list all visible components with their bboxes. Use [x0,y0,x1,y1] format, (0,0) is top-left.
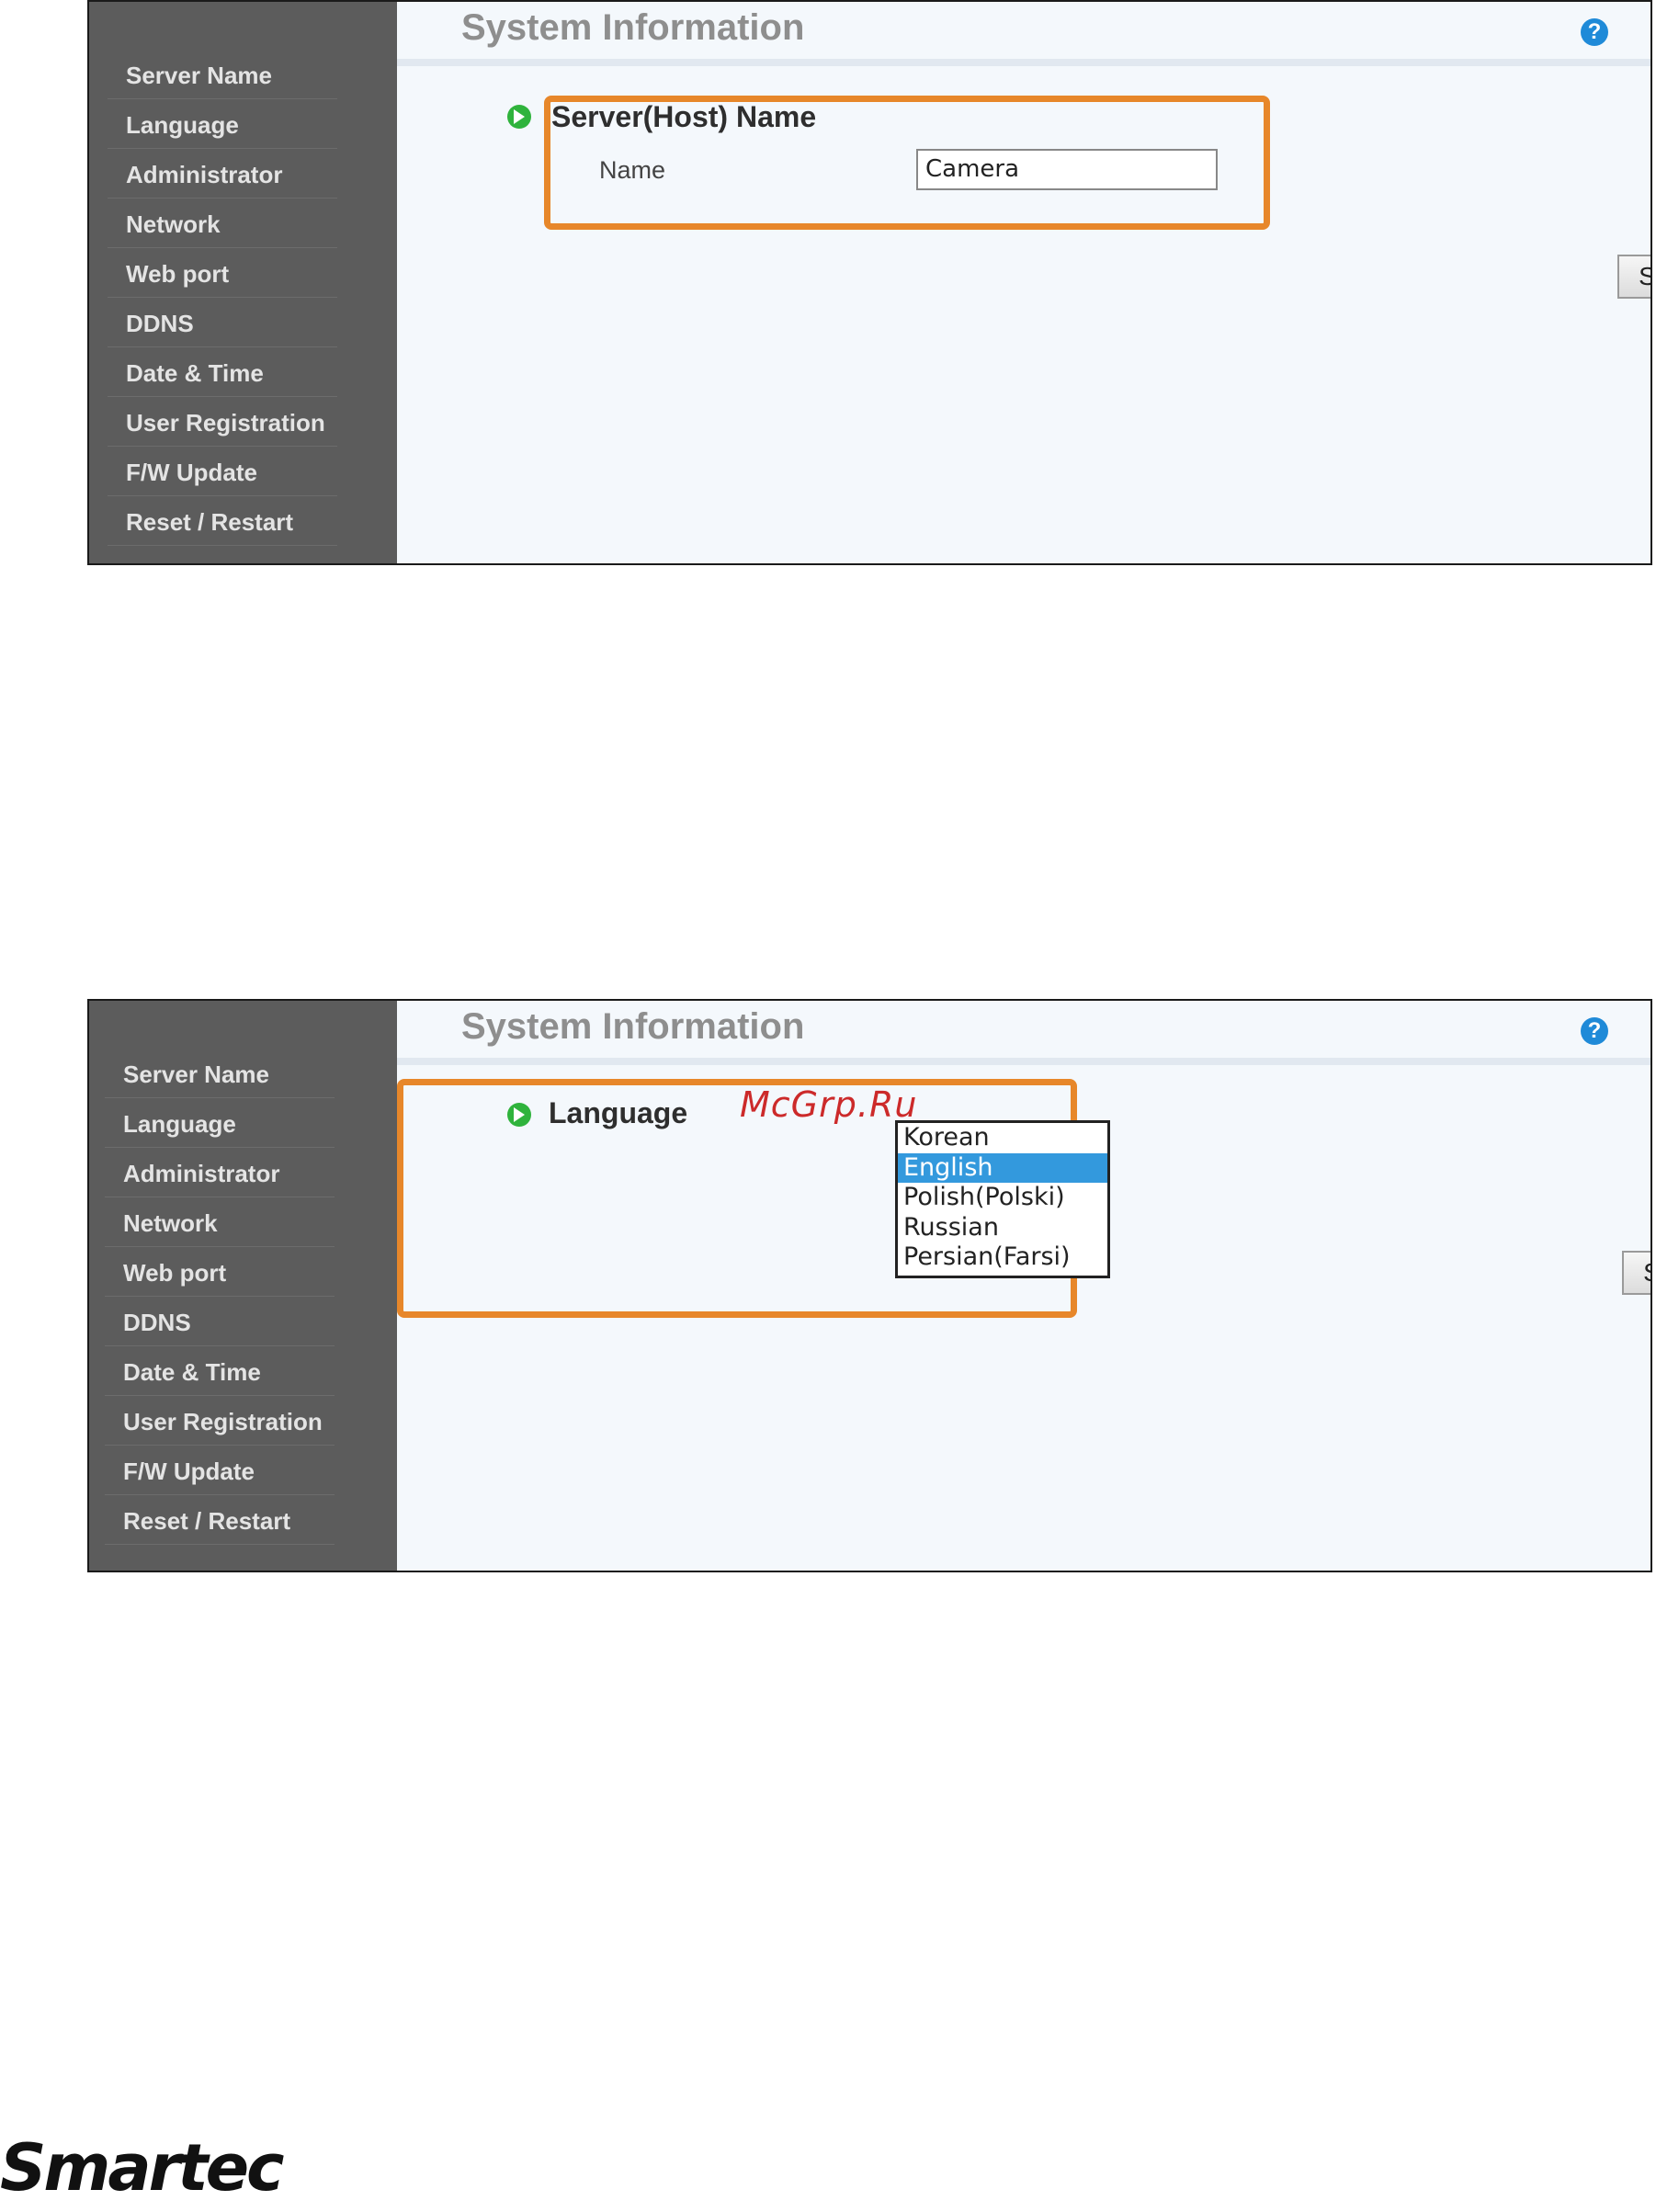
language-option-selected[interactable]: English [898,1152,1107,1183]
sidebar-item-user-registration[interactable]: User Registration [108,397,337,447]
language-option[interactable]: Russian [898,1213,1107,1243]
sidebar-item-server-name[interactable]: Server Name [105,1049,335,1098]
sidebar-item-language[interactable]: Language [105,1098,335,1148]
sidebar-item-date-time[interactable]: Date & Time [105,1346,335,1396]
sidebar-item-administrator[interactable]: Administrator [108,149,337,199]
main-content: System Information ? Language Korean Eng… [397,1001,1650,1571]
save-button[interactable]: Save [1622,1251,1650,1295]
page-title: System Information [461,7,805,48]
sidebar-item-ddns[interactable]: DDNS [105,1297,335,1346]
sidebar-item-network[interactable]: Network [108,199,337,248]
sidebar-item-user-registration[interactable]: User Registration [105,1396,335,1446]
sidebar: Server Name Language Administrator Netwo… [89,1001,397,1571]
name-field[interactable]: Camera [916,149,1218,190]
watermark: McGrp.Ru [740,1084,918,1125]
sidebar-item-fw-update[interactable]: F/W Update [105,1446,335,1495]
sidebar-item-date-time[interactable]: Date & Time [108,347,337,397]
section-title: Server(Host) Name [551,100,817,133]
section-bullet-icon [507,1103,531,1127]
sidebar-menu: Server Name Language Administrator Netwo… [105,1049,426,1545]
sidebar-menu: Server Name Language Administrator Netwo… [108,50,429,546]
server-name-panel: Server Name Language Administrator Netwo… [87,0,1652,565]
sidebar-item-web-port[interactable]: Web port [105,1247,335,1297]
brand-logo: Smartec [0,2130,285,2206]
help-icon[interactable]: ? [1581,18,1608,46]
language-option[interactable]: Polish(Polski) [898,1183,1107,1213]
sidebar-item-server-name[interactable]: Server Name [108,50,337,99]
sidebar-item-network[interactable]: Network [105,1197,335,1247]
page-title: System Information [461,1006,805,1047]
sidebar-item-reset-restart[interactable]: Reset / Restart [105,1495,335,1545]
language-option[interactable]: Persian(Farsi) [898,1242,1107,1273]
sidebar-item-ddns[interactable]: DDNS [108,298,337,347]
main-content: System Information ? Server(Host) Name N… [397,2,1650,563]
sidebar: Server Name Language Administrator Netwo… [89,2,397,563]
section-title: Language [549,1096,688,1129]
save-button[interactable]: Save [1617,255,1650,299]
sidebar-item-fw-update[interactable]: F/W Update [108,447,337,496]
sidebar-item-language[interactable]: Language [108,99,337,149]
section-bullet-icon [507,105,531,129]
help-icon[interactable]: ? [1581,1017,1608,1045]
sidebar-item-administrator[interactable]: Administrator [105,1148,335,1197]
language-option[interactable]: Korean [898,1123,1107,1153]
sidebar-item-reset-restart[interactable]: Reset / Restart [108,496,337,546]
title-bar: System Information ? [397,1001,1650,1065]
sidebar-item-web-port[interactable]: Web port [108,248,337,298]
title-bar: System Information ? [397,2,1650,66]
name-label: Name [599,156,666,184]
language-select[interactable]: Korean English Polish(Polski) Russian Pe… [895,1120,1110,1278]
